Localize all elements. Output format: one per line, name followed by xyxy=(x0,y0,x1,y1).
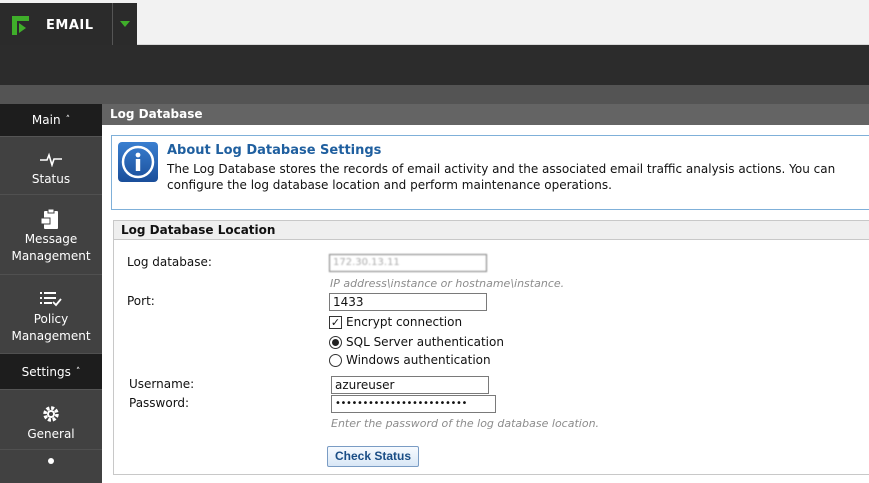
log-database-hint: IP address\instance or hostname\instance… xyxy=(330,277,565,290)
sql-server-auth-radio[interactable]: SQL Server authentication xyxy=(329,335,504,349)
sidebar-item-label: Message Management xyxy=(11,232,91,263)
log-database-label: Log database: xyxy=(127,255,212,269)
username-input[interactable]: azureuser xyxy=(331,376,489,394)
sub-toolbar-bar xyxy=(0,85,869,104)
sidebar-section-main[interactable]: Main ˄ xyxy=(0,104,102,137)
about-text: The Log Database stores the records of e… xyxy=(167,162,836,192)
windows-auth-radio[interactable]: Windows authentication xyxy=(329,353,491,367)
forcepoint-logo-icon xyxy=(12,16,29,35)
sidebar: Main ˄ Status Message Management Policy … xyxy=(0,104,102,483)
sidebar-item-general[interactable]: General xyxy=(0,390,102,450)
product-dropdown-button[interactable] xyxy=(112,3,137,45)
port-label: Port: xyxy=(127,294,155,308)
checkbox-checked-icon: ✓ xyxy=(329,315,342,329)
port-input[interactable]: 1433 xyxy=(329,293,487,311)
about-panel: About Log Database Settings The Log Data… xyxy=(111,135,869,210)
sidebar-section-settings[interactable]: Settings ˄ xyxy=(0,354,102,390)
chevron-up-icon: ˄ xyxy=(75,366,81,377)
sidebar-item-label: Policy Management xyxy=(11,312,91,343)
user-icon xyxy=(48,458,54,464)
list-check-icon xyxy=(40,287,62,311)
product-switcher[interactable]: EMAIL xyxy=(0,3,137,45)
gear-icon xyxy=(42,402,60,426)
sidebar-section-label: Settings xyxy=(21,364,71,379)
sidebar-item-message-management[interactable]: Message Management xyxy=(0,195,102,275)
sidebar-item-label: Status xyxy=(31,172,71,186)
sidebar-item-policy-management[interactable]: Policy Management xyxy=(0,275,102,354)
sidebar-item-status[interactable]: Status xyxy=(0,137,102,195)
info-icon xyxy=(118,142,158,182)
sidebar-item-next[interactable] xyxy=(0,450,102,470)
sidebar-section-label: Main xyxy=(31,113,61,127)
clipboard-icon xyxy=(40,207,62,231)
encrypt-connection-checkbox[interactable]: ✓ Encrypt connection xyxy=(329,315,462,329)
chevron-up-icon: ˄ xyxy=(65,115,71,125)
top-bar: EMAIL xyxy=(0,0,869,45)
password-label: Password: xyxy=(129,396,190,410)
log-database-location-section: Log Database Location Log database: 172.… xyxy=(113,220,869,475)
activity-icon xyxy=(40,147,62,171)
windows-auth-label: Windows authentication xyxy=(346,353,491,367)
section-header: Log Database Location xyxy=(114,221,869,240)
radio-selected-icon xyxy=(329,335,342,349)
page-title: Log Database xyxy=(102,104,869,125)
sql-server-auth-label: SQL Server authentication xyxy=(346,335,504,349)
about-title: About Log Database Settings xyxy=(167,143,382,158)
toolbar-bar xyxy=(0,45,869,85)
main-content: Log Database About Log Database Settings… xyxy=(102,104,869,483)
log-database-input[interactable]: 172.30.13.11 xyxy=(329,254,487,272)
check-status-button[interactable]: Check Status xyxy=(327,446,420,467)
username-label: Username: xyxy=(129,377,195,391)
radio-unselected-icon xyxy=(329,353,342,367)
password-input[interactable]: •••••••••••••••••••••••• xyxy=(331,395,496,413)
password-hint: Enter the password of the log database l… xyxy=(331,417,600,430)
product-name: EMAIL xyxy=(46,18,94,33)
sidebar-item-label: General xyxy=(27,427,75,441)
chevron-down-icon xyxy=(120,21,130,27)
encrypt-connection-label: Encrypt connection xyxy=(346,315,463,329)
